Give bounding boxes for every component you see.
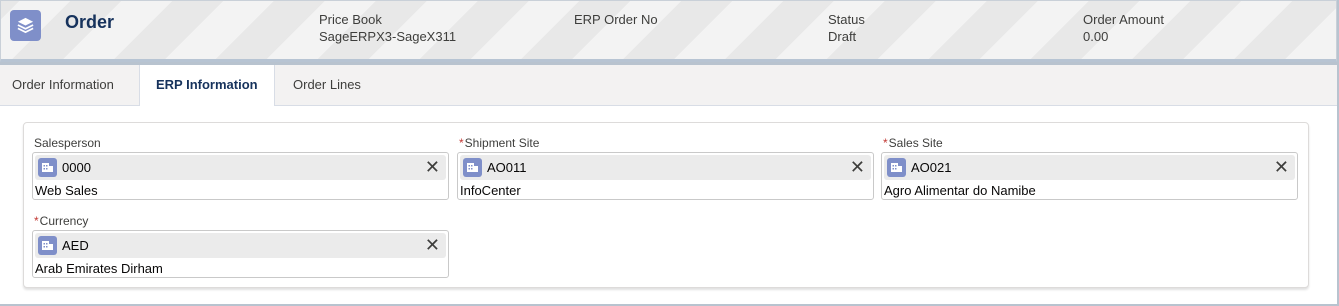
- currency-label: Currency: [39, 214, 89, 228]
- highlight-order-amount: Order Amount 0.00: [1083, 12, 1164, 44]
- tab-panel: Salesperson 0000 ✕ Web Sales *Shipment S…: [0, 106, 1337, 304]
- required-marker: *: [34, 214, 39, 228]
- record-icon: [38, 236, 57, 255]
- selected-pill[interactable]: AO021 ✕: [884, 155, 1295, 180]
- highlight-price-book: Price Book SageERPX3-SageX311: [319, 12, 456, 44]
- tab-bar: Order Information ERP Information Order …: [0, 65, 1337, 107]
- record-icon: [38, 158, 57, 177]
- selected-pill[interactable]: AO011 ✕: [460, 155, 871, 180]
- shipment-site-field[interactable]: AO011 ✕ InfoCenter: [457, 152, 874, 200]
- highlight-status: Status Draft: [828, 12, 865, 44]
- record-icon: [887, 158, 906, 177]
- highlight-label: Order Amount: [1083, 12, 1164, 27]
- sales-site-lookup: *Sales Site AO021 ✕ Agro Alimentar do Na…: [881, 136, 1298, 200]
- required-marker: *: [883, 136, 888, 150]
- record-title: Order: [65, 12, 115, 32]
- salesperson-label: Salesperson: [34, 136, 101, 150]
- field-label: *Sales Site: [881, 136, 1298, 152]
- highlight-value: Draft: [828, 29, 857, 44]
- shipment-site-lookup: *Shipment Site AO011 ✕ InfoCenter: [457, 136, 874, 200]
- selected-code: AO011: [487, 160, 527, 175]
- selected-description: Agro Alimentar do Namibe: [884, 183, 1036, 198]
- selected-pill[interactable]: AED ✕: [35, 233, 446, 258]
- selected-code: 0000: [62, 160, 91, 175]
- field-label: *Shipment Site: [457, 136, 874, 152]
- selected-description: Arab Emirates Dirham: [35, 261, 163, 276]
- record-icon: [463, 158, 482, 177]
- highlight-label: Price Book: [319, 12, 382, 27]
- highlight-erp-order-no: ERP Order No: [574, 12, 658, 29]
- tab-order-lines[interactable]: Order Lines: [281, 65, 373, 106]
- sales-site-field[interactable]: AO021 ✕ Agro Alimentar do Namibe: [881, 152, 1298, 200]
- tab-erp-information[interactable]: ERP Information: [139, 65, 275, 107]
- selected-code: AO021: [911, 160, 952, 175]
- selected-code: AED: [62, 238, 89, 253]
- selected-pill[interactable]: 0000 ✕: [35, 155, 446, 180]
- remove-icon[interactable]: ✕: [1274, 158, 1289, 176]
- remove-icon[interactable]: ✕: [850, 158, 865, 176]
- tab-order-information[interactable]: Order Information: [0, 65, 126, 106]
- selected-description: Web Sales: [35, 183, 98, 198]
- salesperson-lookup: Salesperson 0000 ✕ Web Sales: [32, 136, 449, 200]
- currency-lookup: *Currency AED ✕ Arab Emirates Dirham: [32, 214, 449, 278]
- currency-field[interactable]: AED ✕ Arab Emirates Dirham: [32, 230, 449, 278]
- sales-site-label: Sales Site: [888, 136, 943, 150]
- remove-icon[interactable]: ✕: [425, 158, 440, 176]
- field-label: Salesperson: [32, 136, 449, 152]
- shipment-site-label: Shipment Site: [464, 136, 540, 150]
- selected-description: InfoCenter: [460, 183, 521, 198]
- highlight-label: ERP Order No: [574, 12, 658, 27]
- remove-icon[interactable]: ✕: [425, 236, 440, 254]
- highlight-label: Status: [828, 12, 865, 27]
- salesperson-field[interactable]: 0000 ✕ Web Sales: [32, 152, 449, 200]
- field-label: *Currency: [32, 214, 449, 230]
- erp-information-card: Salesperson 0000 ✕ Web Sales *Shipment S…: [23, 122, 1309, 288]
- required-marker: *: [459, 136, 464, 150]
- highlight-value: 0.00: [1083, 29, 1109, 44]
- record-highlights: Order Price Book SageERPX3-SageX311 ERP …: [0, 0, 1337, 62]
- order-stack-icon: [10, 10, 41, 41]
- highlight-value: SageERPX3-SageX311: [319, 29, 457, 44]
